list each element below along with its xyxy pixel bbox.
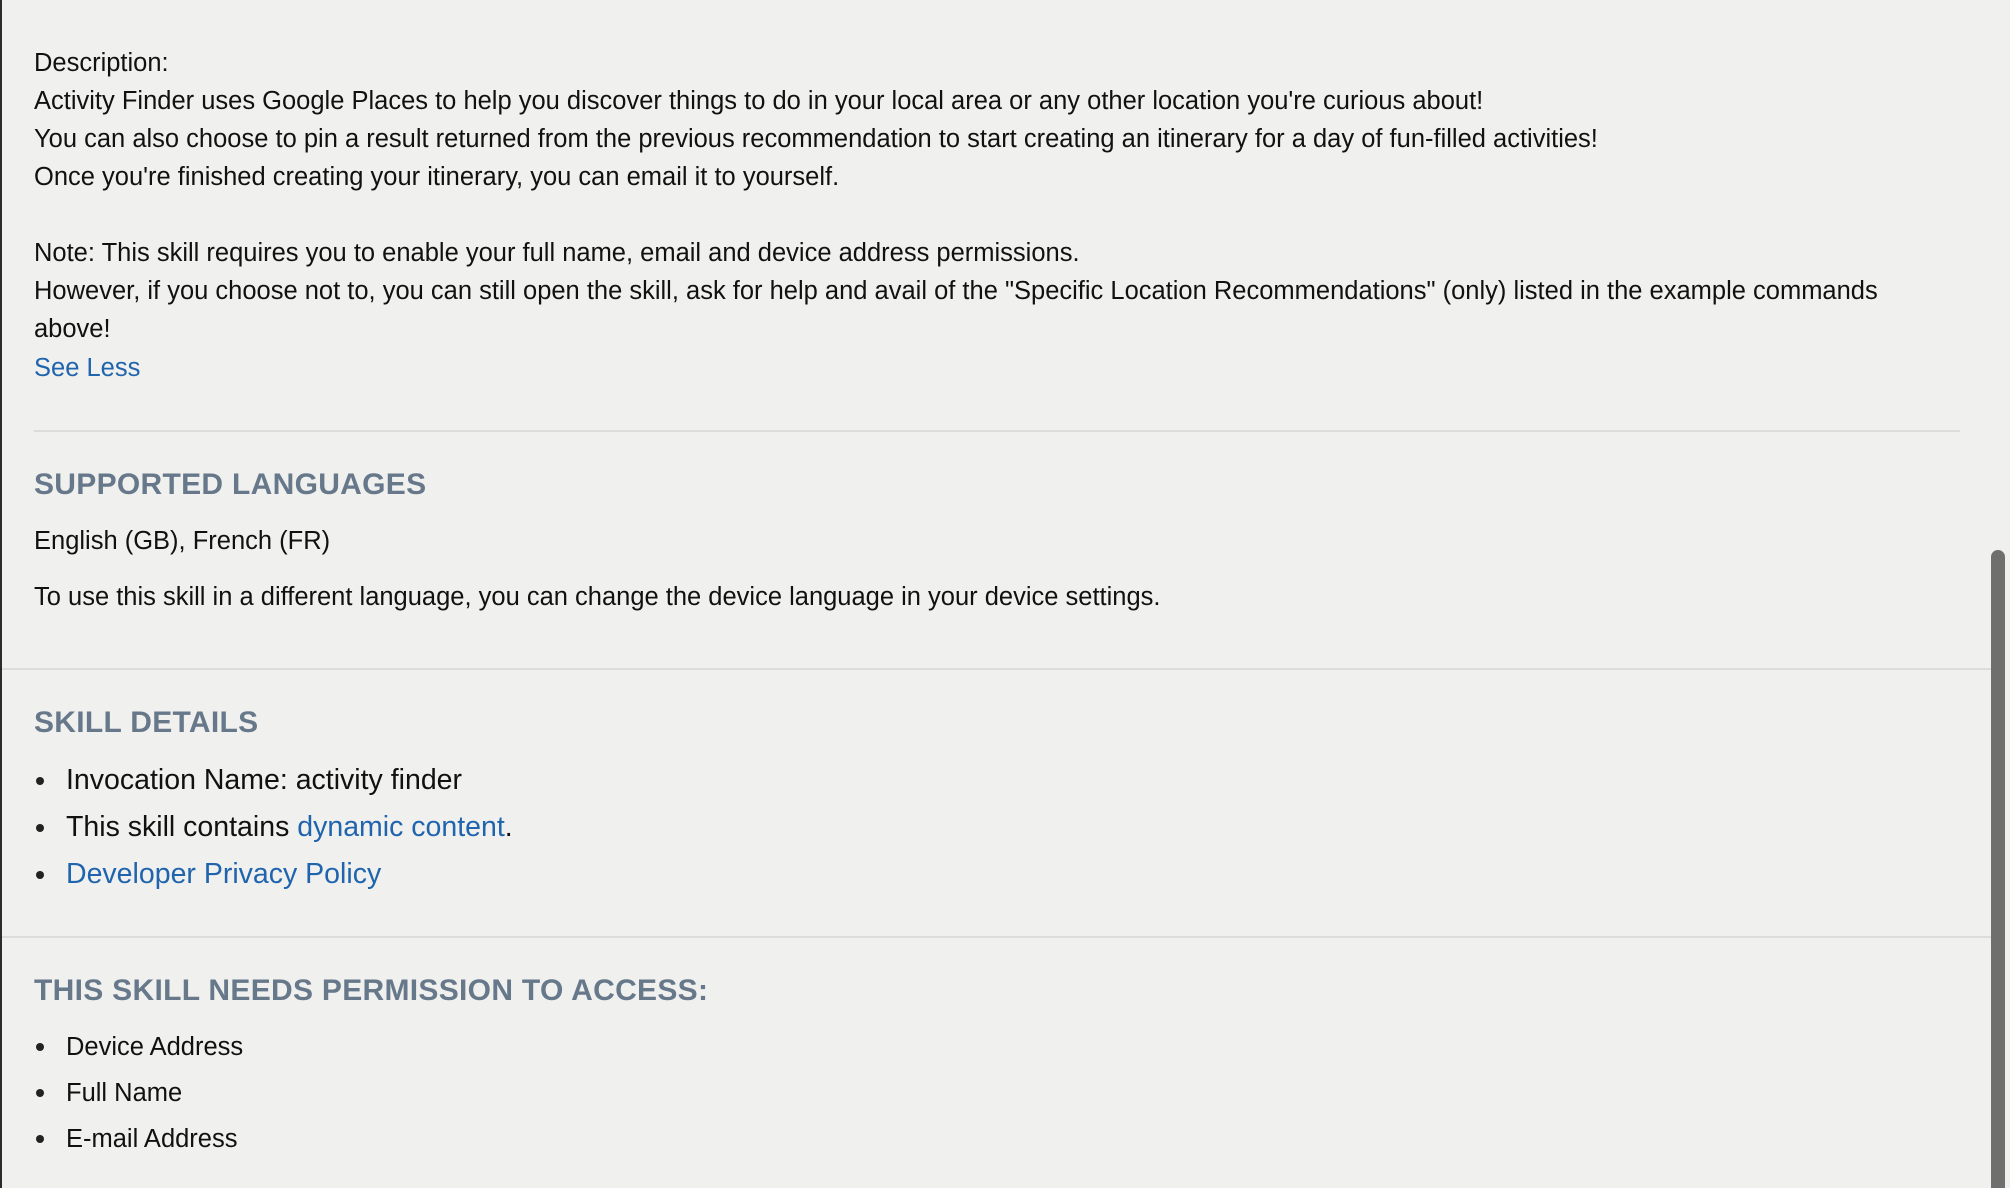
bullet-icon — [36, 776, 44, 785]
supported-languages-list: English (GB), French (FR) — [34, 527, 331, 555]
invocation-name-item: Invocation Name: activity finder — [34, 757, 513, 804]
description-line-3: Once you're finished creating your itine… — [34, 163, 840, 191]
note-line-1: Note: This skill requires you to enable … — [34, 239, 1080, 267]
bullet-icon — [36, 1135, 44, 1143]
see-less-link[interactable]: See Less — [34, 354, 140, 383]
note-line-2: However, if you choose not to, you can s… — [34, 277, 1878, 343]
invocation-name-value: activity finder — [295, 764, 463, 796]
permission-item: Full Name — [34, 1070, 243, 1116]
description-line-2: You can also choose to pin a result retu… — [34, 125, 1598, 153]
supported-languages-heading: SUPPORTED LANGUAGES — [34, 468, 427, 501]
language-settings-hint: To use this skill in a different languag… — [34, 583, 1161, 611]
description-label: Description: — [34, 49, 169, 77]
divider-languages — [2, 668, 1992, 670]
developer-privacy-policy-link[interactable]: Developer Privacy Policy — [66, 858, 381, 890]
dynamic-content-item: This skill contains dynamic content. — [34, 804, 513, 851]
dynamic-content-suffix: . — [504, 811, 513, 843]
permissions-list: Device Address Full Name E-mail Address — [34, 1024, 243, 1162]
dynamic-content-link[interactable]: dynamic content — [297, 811, 505, 843]
invocation-name-label: Invocation Name: — [66, 764, 296, 796]
bullet-icon — [36, 1089, 44, 1097]
bullet-icon — [36, 823, 44, 832]
description-block: Description: Activity Finder uses Google… — [34, 44, 1960, 383]
divider-description — [34, 430, 1960, 432]
bullet-icon — [36, 870, 44, 879]
permission-item: E-mail Address — [34, 1116, 243, 1162]
skill-details-list: Invocation Name: activity finder This sk… — [34, 757, 513, 898]
permissions-heading: THIS SKILL NEEDS PERMISSION TO ACCESS: — [34, 974, 709, 1007]
permission-email-address: E-mail Address — [66, 1125, 238, 1153]
divider-details — [2, 936, 1992, 938]
permission-item: Device Address — [34, 1024, 243, 1070]
permission-full-name: Full Name — [66, 1079, 183, 1107]
skill-details-heading: SKILL DETAILS — [34, 706, 259, 739]
vertical-scrollbar-thumb[interactable] — [1991, 550, 2005, 1188]
privacy-policy-item: Developer Privacy Policy — [34, 851, 513, 898]
description-line-1: Activity Finder uses Google Places to he… — [34, 87, 1484, 115]
dynamic-content-prefix: This skill contains — [66, 811, 298, 843]
bullet-icon — [36, 1043, 44, 1051]
window-left-edge — [0, 0, 2, 1188]
permission-device-address: Device Address — [66, 1033, 244, 1061]
